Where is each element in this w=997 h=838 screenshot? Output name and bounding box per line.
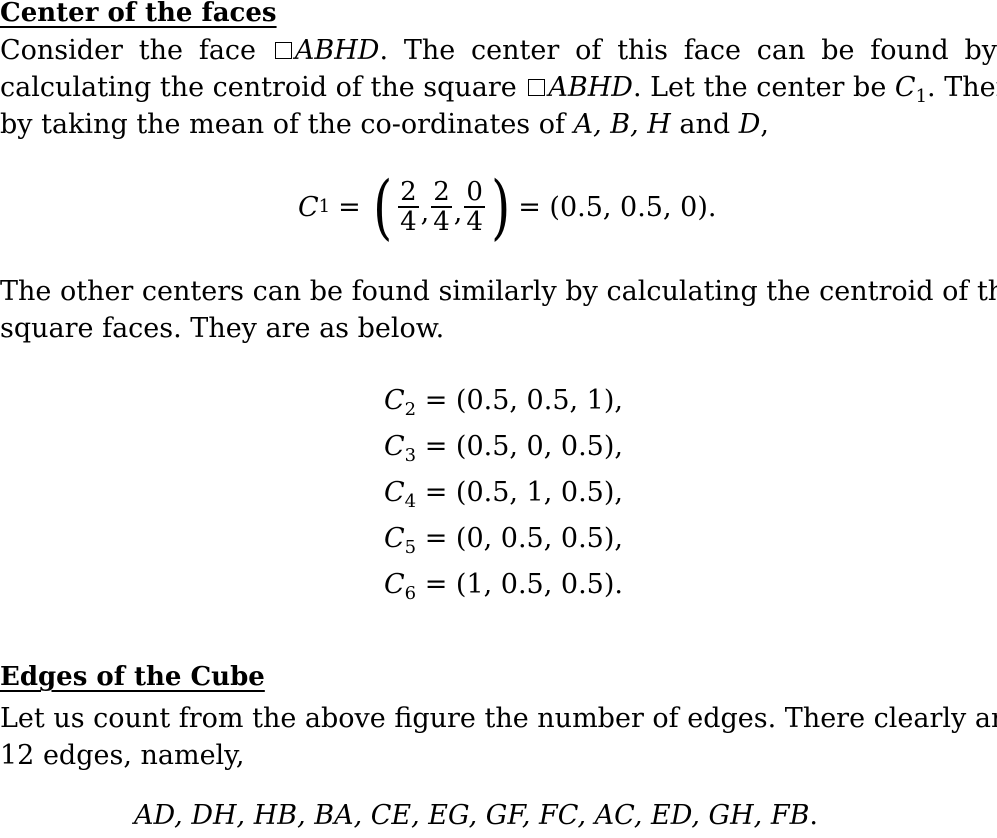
center-value: = (0.5, 0.5, 1), <box>424 385 623 416</box>
math-vars: A, B, H <box>573 109 671 140</box>
math-face: ABHD <box>294 35 380 66</box>
text: . Then <box>927 72 997 103</box>
math-var: C <box>298 191 319 223</box>
fraction: 24 <box>431 178 452 236</box>
math-var: C <box>384 523 405 554</box>
paragraph-line: square faces. They are as below. <box>0 313 445 344</box>
square-symbol-icon <box>528 79 546 96</box>
denominator: 4 <box>433 207 450 237</box>
center-row: C3 = (0.5, 0, 0.5), <box>384 424 623 470</box>
center-value: = (0.5, 1, 0.5), <box>424 477 623 508</box>
square-symbol-icon <box>274 42 292 59</box>
equals-sign: = <box>338 191 361 223</box>
text: by taking the mean of the co-ordinates o… <box>0 109 565 140</box>
center-row: C5 = (0, 0.5, 0.5), <box>384 516 623 562</box>
math-sub: 3 <box>404 445 417 466</box>
math-var: C <box>384 477 405 508</box>
paragraph-line: The other centers can be found similarly… <box>0 276 997 307</box>
left-paren: ( <box>372 166 392 248</box>
denominator: 4 <box>466 207 483 237</box>
paragraph-line: calculating the centroid of the square A… <box>0 69 997 106</box>
center-row: C2 = (0.5, 0.5, 1), <box>384 378 623 424</box>
math-var: C <box>384 569 405 600</box>
math-var: D <box>738 109 761 140</box>
math-var: C <box>894 72 916 103</box>
numerator: 2 <box>398 177 419 208</box>
text: . Let the center be <box>632 72 887 103</box>
math-sub: 5 <box>404 537 417 558</box>
center-value: = (0.5, 0, 0.5), <box>424 431 623 462</box>
text: calculating the centroid of the square <box>0 72 517 103</box>
math-var: C <box>384 385 405 416</box>
text: . <box>809 800 819 831</box>
paragraph-line: by taking the mean of the co-ordinates o… <box>0 106 997 143</box>
math-sub: 1 <box>915 86 928 107</box>
denominator: 4 <box>400 207 417 237</box>
text: Consider the face <box>0 35 257 66</box>
text: and <box>679 109 731 140</box>
section-heading-edges: Edges of the Cube <box>0 662 265 692</box>
section-heading-centers: Center of the faces <box>0 0 277 28</box>
edges-list: AD, DH, HB, BA, CE, EG, GF, FC, AC, ED, … <box>134 800 818 831</box>
math-var: C <box>384 431 405 462</box>
center-value: = (0, 0.5, 0.5), <box>424 523 623 554</box>
text: , <box>760 109 770 140</box>
equation-rhs: = (0.5, 0.5, 0). <box>518 191 717 223</box>
math-sub: 6 <box>404 583 417 604</box>
math-sub: 2 <box>404 399 417 420</box>
math-sub: 4 <box>404 491 417 512</box>
paragraph-line: Let us count from the above figure the n… <box>0 703 997 734</box>
right-paren: ) <box>490 166 511 248</box>
paragraph-line: 12 edges, namely, <box>0 740 245 771</box>
edges-math: AD, DH, HB, BA, CE, EG, GF, FC, AC, ED, … <box>134 800 810 831</box>
fraction: 24 <box>398 178 419 236</box>
centers-list: C2 = (0.5, 0.5, 1), C3 = (0.5, 0, 0.5), … <box>384 378 623 608</box>
center-value: = (1, 0.5, 0.5). <box>424 569 623 600</box>
math-face: ABHD <box>548 72 633 103</box>
numerator: 0 <box>464 177 485 208</box>
equation-c1: C1 = ( 24, 24, 04 ) = (0.5, 0.5, 0). <box>298 166 717 248</box>
paragraph-line: Consider the face ABHD. The center of th… <box>0 32 997 69</box>
center-row: C4 = (0.5, 1, 0.5), <box>384 470 623 516</box>
numerator: 2 <box>431 177 452 208</box>
center-row: C6 = (1, 0.5, 0.5). <box>384 562 623 608</box>
text: . The center of this face can be found b… <box>379 35 997 66</box>
fraction: 04 <box>464 178 485 236</box>
